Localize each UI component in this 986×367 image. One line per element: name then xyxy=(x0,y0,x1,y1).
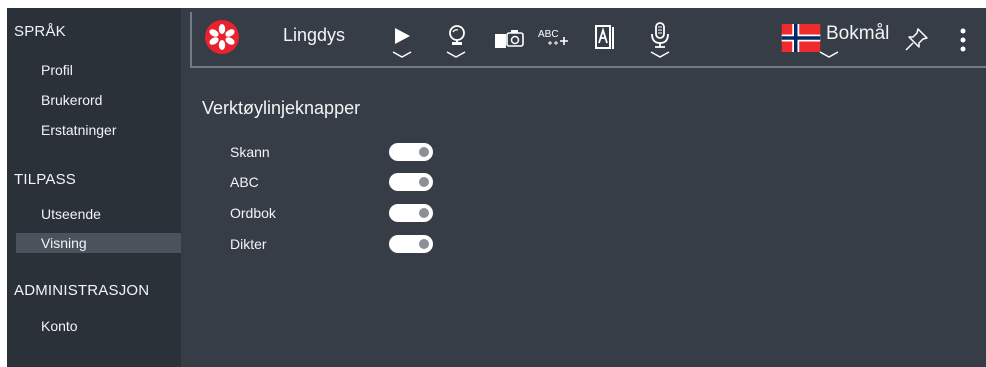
option-label: Skann xyxy=(230,144,270,160)
sidebar-item-brukerord[interactable]: Brukerord xyxy=(16,90,181,110)
sidebar-item-label: Konto xyxy=(41,318,78,334)
option-row-skann: Skann xyxy=(230,142,450,162)
pin-icon[interactable] xyxy=(904,26,930,57)
sidebar-item-konto[interactable]: Konto xyxy=(16,316,181,336)
dictionary-book-icon[interactable] xyxy=(595,25,617,56)
language-selector[interactable]: Bokmål xyxy=(826,23,889,45)
toggle-knob xyxy=(419,147,429,157)
toggle-ordbok[interactable] xyxy=(389,204,433,222)
option-label: Ordbok xyxy=(230,205,276,221)
section-title-sprak: SPRÅK xyxy=(14,23,66,40)
chevron-down-icon[interactable] xyxy=(391,50,413,60)
toggle-skann[interactable] xyxy=(389,143,433,161)
section-title-administrasjon: ADMINISTRASJON xyxy=(14,282,150,299)
option-label: Dikter xyxy=(230,236,267,252)
page-title: Verktøylinjeknapper xyxy=(202,98,361,118)
option-row-dikter: Dikter xyxy=(230,234,450,254)
play-icon[interactable] xyxy=(392,26,412,51)
chevron-down-icon[interactable] xyxy=(649,50,671,60)
section-title-tilpass: TILPASS xyxy=(14,171,76,188)
sidebar-item-label: Utseende xyxy=(41,206,101,222)
scan-camera-icon[interactable] xyxy=(495,30,525,53)
chevron-down-icon[interactable] xyxy=(818,50,840,60)
option-row-ordbok: Ordbok xyxy=(230,203,450,223)
toggle-knob xyxy=(419,177,429,187)
option-row-abc: ABC xyxy=(230,172,450,192)
sidebar-item-profil[interactable]: Profil xyxy=(16,60,181,80)
more-vertical-icon[interactable] xyxy=(960,28,966,57)
toggle-knob xyxy=(419,239,429,249)
sidebar-item-utseende[interactable]: Utseende xyxy=(16,204,181,224)
search-globe-icon[interactable] xyxy=(446,24,468,53)
abc-spellcheck-icon[interactable]: ABC xyxy=(538,27,572,54)
norway-flag-icon[interactable] xyxy=(780,24,822,57)
lingdys-toolbar: Lingdys ABC Bokmål xyxy=(190,12,986,68)
sidebar-item-visning[interactable]: Visning xyxy=(16,233,181,253)
toggle-knob xyxy=(419,208,429,218)
sidebar-item-label: Erstatninger xyxy=(41,122,117,138)
chevron-down-icon[interactable] xyxy=(445,50,467,60)
sidebar-item-label: Visning xyxy=(41,235,87,251)
sidebar-item-label: Profil xyxy=(41,62,73,78)
logo-flower-icon[interactable] xyxy=(205,20,239,54)
app-name: Lingdys xyxy=(283,25,346,45)
toggle-abc[interactable] xyxy=(389,173,433,191)
sidebar-item-erstatninger[interactable]: Erstatninger xyxy=(16,120,181,140)
toggle-dikter[interactable] xyxy=(389,235,433,253)
abc-icon-text: ABC xyxy=(538,29,559,40)
option-label: ABC xyxy=(230,174,259,190)
sidebar: SPRÅK Profil Brukerord Erstatninger TILP… xyxy=(7,8,181,367)
app-window: SPRÅK Profil Brukerord Erstatninger TILP… xyxy=(7,8,986,367)
sidebar-item-label: Brukerord xyxy=(41,92,103,108)
